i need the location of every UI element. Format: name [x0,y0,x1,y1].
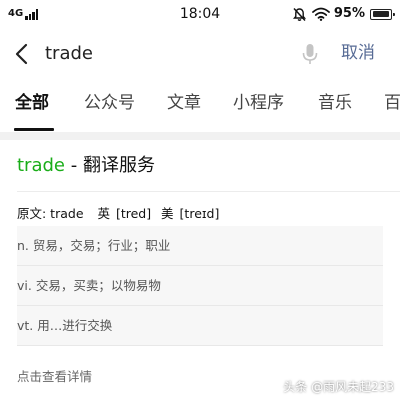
watermark: 头条 @雨风未起233 [283,380,394,394]
result-title-suffix: - 翻译服务 [65,155,155,176]
tab-official-accounts[interactable]: 公众号 [84,92,135,114]
wifi-icon [311,7,330,21]
tab-encyclopedia[interactable]: 百 [384,92,400,114]
uk-label: 英 [97,206,110,221]
us-label: 美 [161,206,174,221]
microphone-icon[interactable] [300,42,320,66]
definition-item: n. 贸易，交易；行业；职业 [17,226,383,266]
result-title[interactable]: trade - 翻译服务 [17,154,155,178]
status-right: 95% [292,6,395,22]
cancel-button[interactable]: 取消 [341,42,375,64]
back-icon[interactable] [12,42,32,66]
tab-all[interactable]: 全部 [15,92,49,114]
result-word: trade [17,155,65,176]
battery-percent: 95% [333,6,365,21]
search-tabs: 全部 公众号 文章 小程序 音乐 百 [0,80,400,132]
tab-articles[interactable]: 文章 [167,92,201,114]
original-text: 原文: trade [17,206,84,221]
tab-mini-programs[interactable]: 小程序 [233,92,284,114]
view-details-link[interactable]: 点击查看详情 [17,368,92,386]
card-divider [17,191,400,192]
definition-item: vi. 交易，买卖；以物易物 [17,266,383,306]
status-bar: 4G 18:04 95% [0,0,400,28]
tab-music[interactable]: 音乐 [318,92,352,114]
definition-list: n. 贸易，交易；行业；职业 vi. 交易，买卖；以物易物 vt. 用…进行交换 [17,226,383,346]
phonetic-line: 原文: trade 英 [tred] 美 [treɪd] [17,205,221,223]
active-tab-indicator [14,128,54,131]
mute-icon [292,7,306,21]
battery-icon [370,8,395,20]
uk-phonetic: [tred] [115,206,152,221]
us-phonetic: [treɪd] [179,206,220,221]
search-input[interactable]: trade [45,43,93,65]
definition-item: vt. 用…进行交换 [17,306,383,346]
search-header: trade 取消 [0,28,400,80]
section-divider [0,132,400,140]
